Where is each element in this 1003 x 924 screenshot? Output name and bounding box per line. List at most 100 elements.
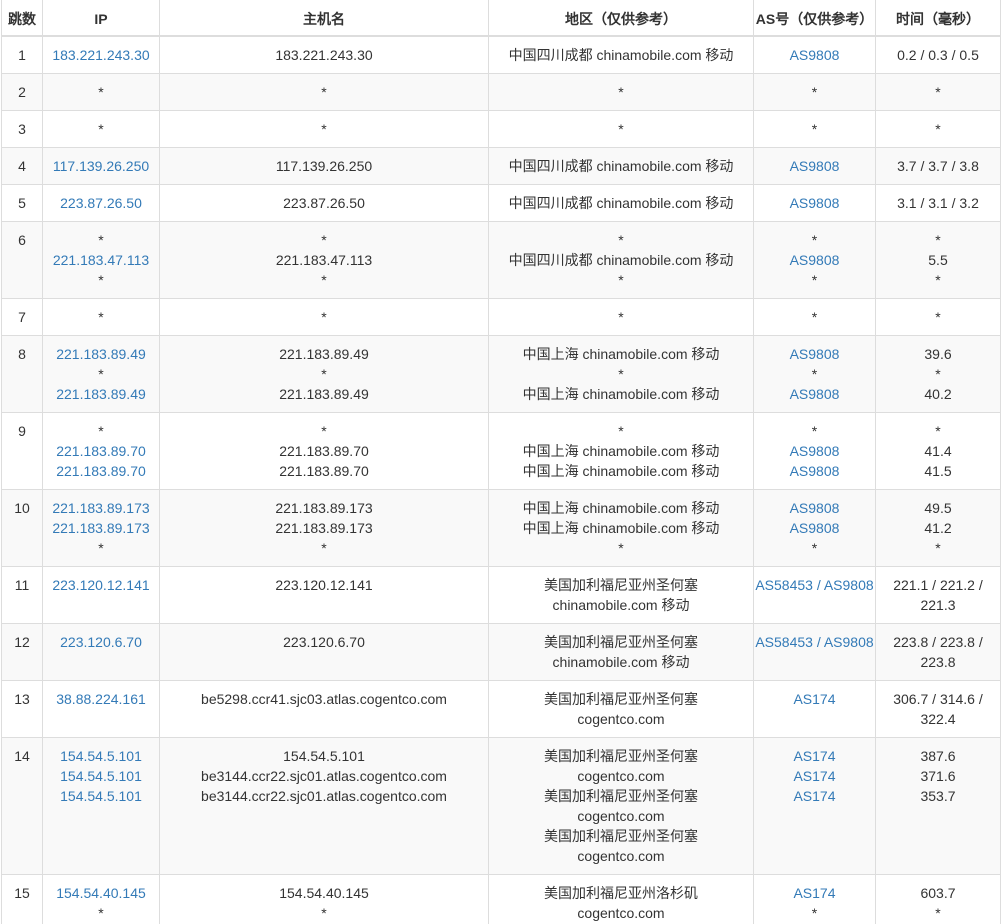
hop-number: 11 — [14, 577, 30, 593]
as-value[interactable]: AS9808 — [755, 384, 875, 404]
as-value[interactable]: AS9808 — [755, 250, 875, 270]
cell-ip: 221.183.89.49 * 221.183.89.49 — [42, 335, 160, 413]
ip-value[interactable]: 221.183.89.70 — [44, 441, 159, 461]
time-value: 387.6 — [920, 748, 956, 764]
hop-number: 14 — [14, 748, 30, 764]
host-value: * — [321, 540, 327, 556]
as-value[interactable]: AS9808 — [755, 344, 875, 364]
cell-ip: * 221.183.89.70 221.183.89.70 — [42, 412, 160, 490]
cell-hop: 4 — [1, 147, 43, 185]
cell-hop: 8 — [1, 335, 43, 413]
cell-as: AS9808 * AS9808 — [753, 335, 876, 413]
cell-host: be5298.ccr41.sjc03.atlas.cogentco.com — [159, 680, 489, 738]
ip-value[interactable]: 154.54.40.145 — [44, 883, 159, 903]
table-row: 7 * * * * * — [1, 298, 1001, 336]
cell-ip: 154.54.5.101 154.54.5.101 154.54.5.101 — [42, 737, 160, 875]
time-value: * — [935, 905, 941, 921]
as-value[interactable]: AS9808 — [755, 45, 875, 65]
host-value: be3144.ccr22.sjc01.atlas.cogentco.com — [201, 788, 447, 804]
cell-host: 154.54.5.101 be3144.ccr22.sjc01.atlas.cog… — [159, 737, 489, 875]
as-value[interactable]: AS9808 — [755, 518, 875, 538]
cell-host: 183.221.243.30 — [159, 35, 489, 74]
cell-region: 美国加利福尼亚州圣何塞 cogentco.com 美国加利福尼亚州圣何塞 cogent… — [488, 737, 754, 875]
ip-value[interactable]: 154.54.5.101 — [44, 766, 159, 786]
as-value: * — [811, 121, 818, 137]
as-value[interactable]: AS174 — [755, 746, 875, 766]
ip-value[interactable]: 221.183.47.113 — [44, 250, 159, 270]
hop-number: 12 — [14, 634, 30, 650]
time-value: * — [935, 423, 941, 439]
host-value: * — [321, 366, 327, 382]
ip-value[interactable]: 223.120.12.141 — [44, 575, 159, 595]
as-value[interactable]: AS174 — [755, 766, 875, 786]
as-value[interactable]: AS9808 — [755, 441, 875, 461]
time-value: 41.5 — [924, 463, 952, 479]
cell-hop: 2 — [1, 73, 43, 111]
cell-ip: 117.139.26.250 — [42, 147, 160, 185]
region-value: chinamobile.com 移动 — [552, 597, 690, 613]
ip-value[interactable]: 221.183.89.49 — [44, 344, 159, 364]
ip-value[interactable]: 117.139.26.250 — [44, 156, 159, 176]
cell-hop: 7 — [1, 298, 43, 336]
table-row: 15 154.54.40.145 * 154.54.40.145 * 美国加利福尼亚州洛杉… — [1, 874, 1001, 924]
cell-time: 603.7 * — [875, 874, 1001, 924]
region-value: 中国上海 chinamobile.com 移动 — [522, 500, 720, 516]
cell-region: * — [488, 110, 754, 148]
table-row: 3 * * * * * — [1, 110, 1001, 148]
hop-number: 2 — [18, 84, 26, 100]
ip-value[interactable]: 221.183.89.173 — [44, 498, 159, 518]
as-value: * — [811, 232, 818, 248]
hop-number: 5 — [18, 195, 26, 211]
as-value[interactable]: AS174 — [755, 786, 875, 806]
table-row: 1 183.221.243.30 183.221.243.30 中国四川成都 chin… — [1, 35, 1001, 74]
table-row: 4 117.139.26.250 117.139.26.250 中国四川成都 chin… — [1, 147, 1001, 185]
cell-as: AS9808 — [753, 147, 876, 185]
host-value: * — [321, 423, 327, 439]
ip-value[interactable]: 223.120.6.70 — [44, 632, 159, 652]
as-value[interactable]: AS9808 — [755, 498, 875, 518]
cell-host: 223.120.12.141 — [159, 566, 489, 624]
table-header-row: 跳数 IP 主机名 地区（仅供参考） AS号（仅供参考） 时间（毫秒） — [1, 0, 1001, 37]
region-value: * — [618, 232, 624, 248]
cell-ip: 223.120.6.70 — [42, 623, 160, 681]
ip-value[interactable]: 38.88.224.161 — [44, 689, 159, 709]
host-value: 223.120.6.70 — [283, 634, 365, 650]
as-value[interactable]: AS9808 — [755, 461, 875, 481]
cell-as: * — [753, 73, 876, 111]
ip-value[interactable]: 221.183.89.70 — [44, 461, 159, 481]
as-value[interactable]: AS9808 — [755, 156, 875, 176]
host-value: 223.120.12.141 — [275, 577, 373, 593]
cell-region: 美国加利福尼亚州圣何塞 chinamobile.com 移动 — [488, 623, 754, 681]
host-value: 221.183.89.70 — [279, 443, 369, 459]
ip-value[interactable]: 183.221.243.30 — [44, 45, 159, 65]
ip-value[interactable]: 154.54.5.101 — [44, 746, 159, 766]
host-value: 183.221.243.30 — [275, 47, 373, 63]
as-value[interactable]: AS58453 / AS9808 — [755, 632, 875, 652]
traceroute-page: 跳数 IP 主机名 地区（仅供参考） AS号（仅供参考） 时间（毫秒） 1 1 8 3… — [0, 0, 1003, 924]
ip-value[interactable]: 221.183.89.49 — [44, 384, 159, 404]
as-value: * — [811, 272, 818, 288]
time-value: 41.2 — [924, 520, 952, 536]
host-value: 154.54.40.145 — [279, 885, 369, 901]
time-value: 0.2 / 0.3 / 0.5 — [897, 47, 979, 63]
as-value[interactable]: AS58453 / AS9808 — [755, 575, 875, 595]
cell-time: * — [875, 73, 1001, 111]
region-value: 中国上海 chinamobile.com 移动 — [522, 463, 720, 479]
ip-value[interactable]: 223.87.26.50 — [44, 193, 159, 213]
cell-host: 223.87.26.50 — [159, 184, 489, 222]
table-row: 10 221.183.89.173 221.183.89.173 * 221.183.8… — [1, 489, 1001, 567]
cell-region: * 中国上海 chinamobile.com 移动 中国上海 chinamobile… — [488, 412, 754, 490]
header-region: 地区（仅供参考） — [488, 0, 754, 37]
ip-value: * — [98, 540, 104, 556]
ip-value[interactable]: 154.54.5.101 — [44, 786, 159, 806]
cell-region: 中国四川成都 chinamobile.com 移动 — [488, 147, 754, 185]
as-value[interactable]: AS174 — [755, 689, 875, 709]
ip-value[interactable]: 221.183.89.173 — [44, 518, 159, 538]
table-row: 5 223.87.26.50 223.87.26.50 中国四川成都 chinamob… — [1, 184, 1001, 222]
host-value: 221.183.89.49 — [279, 346, 369, 362]
as-value[interactable]: AS9808 — [755, 193, 875, 213]
cell-ip: 154.54.40.145 * — [42, 874, 160, 924]
as-value[interactable]: AS174 — [755, 883, 875, 903]
time-value: 3.1 / 3.1 / 3.2 — [897, 195, 979, 211]
host-value: * — [321, 121, 327, 137]
